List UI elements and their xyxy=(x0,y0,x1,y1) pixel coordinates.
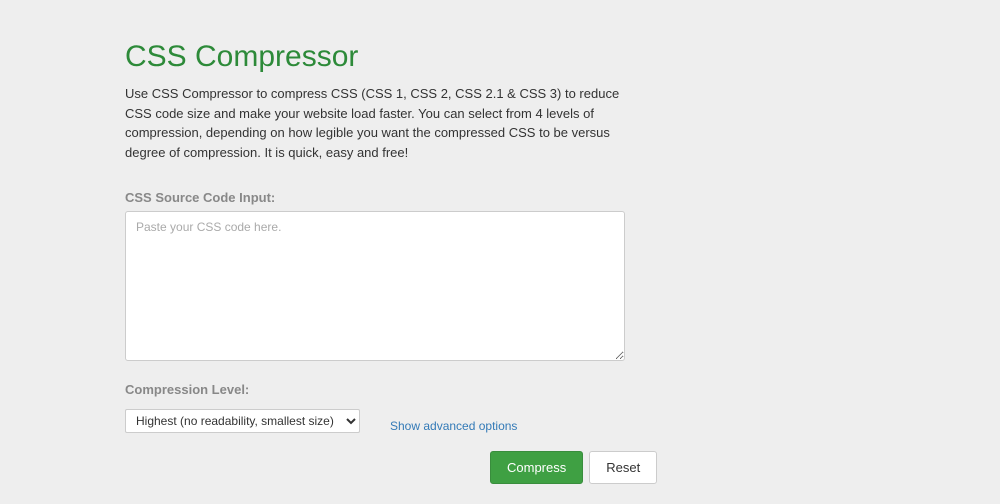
css-input-label: CSS Source Code Input: xyxy=(125,190,875,205)
page-title: CSS Compressor xyxy=(125,40,875,74)
main-container: CSS Compressor Use CSS Compressor to com… xyxy=(125,0,875,504)
compress-button[interactable]: Compress xyxy=(490,451,583,484)
css-input[interactable] xyxy=(125,211,625,361)
button-row: Compress Reset xyxy=(490,451,875,484)
advanced-options-link[interactable]: Show advanced options xyxy=(390,419,517,433)
compression-select[interactable]: Highest (no readability, smallest size) xyxy=(125,409,360,433)
compression-label: Compression Level: xyxy=(125,382,360,397)
page-description: Use CSS Compressor to compress CSS (CSS … xyxy=(125,84,625,162)
compression-block: Compression Level: Highest (no readabili… xyxy=(125,382,360,433)
options-row: Compression Level: Highest (no readabili… xyxy=(125,382,875,433)
reset-button[interactable]: Reset xyxy=(589,451,657,484)
